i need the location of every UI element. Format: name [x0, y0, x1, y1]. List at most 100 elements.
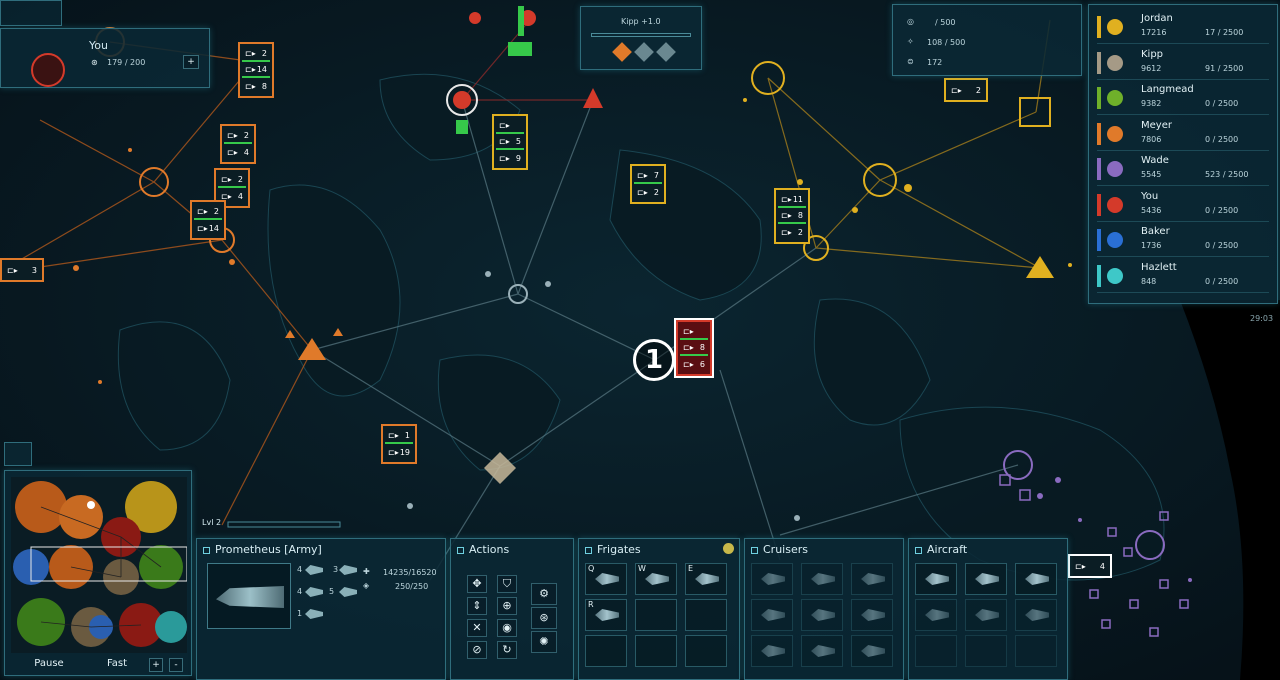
player-row[interactable]: Wade 5545 523 / 2500 [1097, 153, 1269, 186]
cruiser-icon [761, 645, 785, 657]
ship-class-icon: ⊏▸ [1075, 561, 1086, 571]
cruiser-icon [861, 645, 885, 657]
aircraft-slot-1[interactable] [915, 563, 957, 595]
actions-title-text: Actions [469, 543, 510, 556]
unit-title-text: Prometheus [Army] [215, 543, 322, 556]
frigates-panel: Frigates Q W E R [578, 538, 740, 680]
minimap[interactable] [11, 477, 187, 653]
frigate-slot-w[interactable]: W [635, 563, 677, 595]
scrap-icon[interactable]: ⊘ [467, 641, 487, 659]
ship-class-icon: ⊏▸ [951, 85, 962, 95]
player-row[interactable]: You 5436 0 / 2500 [1097, 189, 1269, 222]
frigates-title-text: Frigates [597, 543, 641, 556]
frigate-slot-q[interactable]: Q [585, 563, 627, 595]
cruisers-panel: Cruisers [744, 538, 904, 680]
faction-icon [1107, 161, 1123, 177]
kipp-status-panel: Kipp +1.0 [580, 6, 702, 70]
ship-count: 19 [399, 447, 410, 457]
repeat-icon[interactable]: ↻ [497, 641, 517, 659]
player-row[interactable]: Hazlett 848 0 / 2500 [1097, 260, 1269, 293]
player-color-bar [1097, 193, 1101, 216]
player-row[interactable]: Langmead 9382 0 / 2500 [1097, 82, 1269, 115]
fleet-stack[interactable]: ⊏▸ 2 ⊏▸ 14 ⊏▸ 8 [238, 42, 274, 98]
kipp-badge-icon-3 [656, 42, 676, 62]
supply-plus-button[interactable]: + [183, 55, 199, 69]
fleet-stack-row: ⊏▸ 14 [194, 220, 222, 236]
fleet-stack-row: ⊏▸ 2 [194, 204, 222, 220]
frigate-slot-empty-2 [685, 599, 727, 631]
fleet-stack[interactable]: ⊏▸ 3 [0, 258, 44, 282]
actions-panel: Actions ✥ ⛉ ⇕ ⊕ ✕ ◉ ⊘ ↻ ⚙ ⊛ ✺ [450, 538, 574, 680]
comp-count-4: 5 [329, 587, 335, 596]
ship-class-icon: ⊏▸ [227, 147, 238, 157]
aircraft-title-text: Aircraft [927, 543, 968, 556]
fleet-stack-row: ⊏▸ 4 [1072, 558, 1108, 574]
camera-icon[interactable] [4, 442, 32, 466]
fleet-stack-row: ⊏▸ 5 [496, 134, 524, 150]
kipp-badge-icon-2 [634, 42, 654, 62]
frigates-info-icon[interactable] [723, 543, 734, 554]
player-capacity: 91 / 2500 [1205, 63, 1244, 73]
aircraft-slot-2[interactable] [965, 563, 1007, 595]
fleet-stack[interactable]: ⊏▸ ⊏▸ 8 ⊏▸ 6 [676, 320, 712, 376]
cruiser-icon [811, 573, 835, 585]
ship-class-icon: ⊏▸ [637, 170, 648, 180]
ability-scan-icon[interactable]: ✺ [531, 631, 557, 653]
fleet-stack-row: ⊏▸ 2 [218, 172, 246, 188]
player-row[interactable]: Kipp 9612 91 / 2500 [1097, 47, 1269, 80]
ship-count: 8 [261, 81, 267, 91]
comp-count-1: 4 [297, 565, 303, 574]
frigate-slot-empty-5 [685, 635, 727, 667]
ship-count: 8 [699, 342, 705, 352]
waypoint-marker[interactable]: 1 [633, 339, 675, 381]
player-row[interactable]: Jordan 17216 17 / 2500 [1097, 11, 1269, 44]
frigate-slot-r[interactable]: R [585, 599, 627, 631]
player-name: Kipp [1141, 48, 1164, 60]
ship-count: 2 [653, 187, 659, 197]
stop-icon[interactable]: ◉ [497, 619, 517, 637]
defend-icon[interactable]: ⛉ [497, 575, 517, 593]
fleet-stack[interactable]: ⊏▸ 11 ⊏▸ 8 ⊏▸ 2 [774, 188, 810, 244]
speed-plus-button[interactable]: + [149, 658, 163, 672]
fleet-stack[interactable]: ⊏▸ 2 [944, 78, 988, 102]
player-name: You [1141, 190, 1159, 202]
frigate-slot-e[interactable]: E [685, 563, 727, 595]
ship-count: 4 [237, 191, 243, 201]
fleet-stack[interactable]: ⊏▸ 2 ⊏▸ 4 [220, 124, 256, 164]
ship-count: 3 [31, 265, 37, 275]
aircraft-icon [975, 609, 999, 621]
cruisers-title-text: Cruisers [763, 543, 808, 556]
speed-minus-button[interactable]: - [169, 658, 183, 672]
fast-button[interactable]: Fast [91, 657, 143, 673]
aircraft-slot-6 [1015, 599, 1057, 631]
minimap-panel[interactable]: Pause Fast + - [4, 470, 192, 676]
resource-value-3: 172 [927, 58, 943, 67]
player-capacity: 0 / 2500 [1205, 134, 1239, 144]
cruisers-title: Cruisers [751, 543, 808, 556]
fleet-stack[interactable]: ⊏▸ ⊏▸ 5 ⊏▸ 9 [492, 114, 528, 170]
fleet-stack[interactable]: ⊏▸ 4 [1068, 554, 1112, 578]
fleet-stack[interactable]: ⊏▸ 1 ⊏▸ 19 [381, 424, 417, 464]
fleet-stack[interactable]: ⊏▸ 2 ⊏▸ 14 [190, 200, 226, 240]
ship-count: 2 [797, 227, 803, 237]
player-color-bar [1097, 16, 1101, 38]
target-icon[interactable]: ⊕ [497, 597, 517, 615]
comp-ship-icon-5 [305, 609, 323, 619]
waypoint-number: 1 [644, 345, 664, 375]
split-icon[interactable]: ⇕ [467, 597, 487, 615]
shield-value: 250/250 [395, 582, 429, 591]
cruiser-slot-3 [851, 563, 893, 595]
cancel-icon[interactable]: ✕ [467, 619, 487, 637]
unit-portrait[interactable] [207, 563, 291, 629]
player-capacity: 0 / 2500 [1205, 276, 1239, 286]
ability-shield-icon[interactable]: ⊛ [531, 607, 557, 629]
move-icon[interactable]: ✥ [467, 575, 487, 593]
fleet-stack[interactable]: ⊏▸ 7 ⊏▸ 2 [630, 164, 666, 204]
ability-gear-icon[interactable]: ⚙ [531, 583, 557, 605]
aircraft-slot-3[interactable] [1015, 563, 1057, 595]
player-row[interactable]: Baker 1736 0 / 2500 [1097, 224, 1269, 257]
ship-class-icon: ⊏▸ [245, 81, 256, 91]
player-row[interactable]: Meyer 7806 0 / 2500 [1097, 118, 1269, 151]
pause-button[interactable]: Pause [11, 657, 87, 673]
player-list-panel: Jordan 17216 17 / 2500 Kipp 9612 91 / 2500 Lan… [1088, 4, 1278, 304]
